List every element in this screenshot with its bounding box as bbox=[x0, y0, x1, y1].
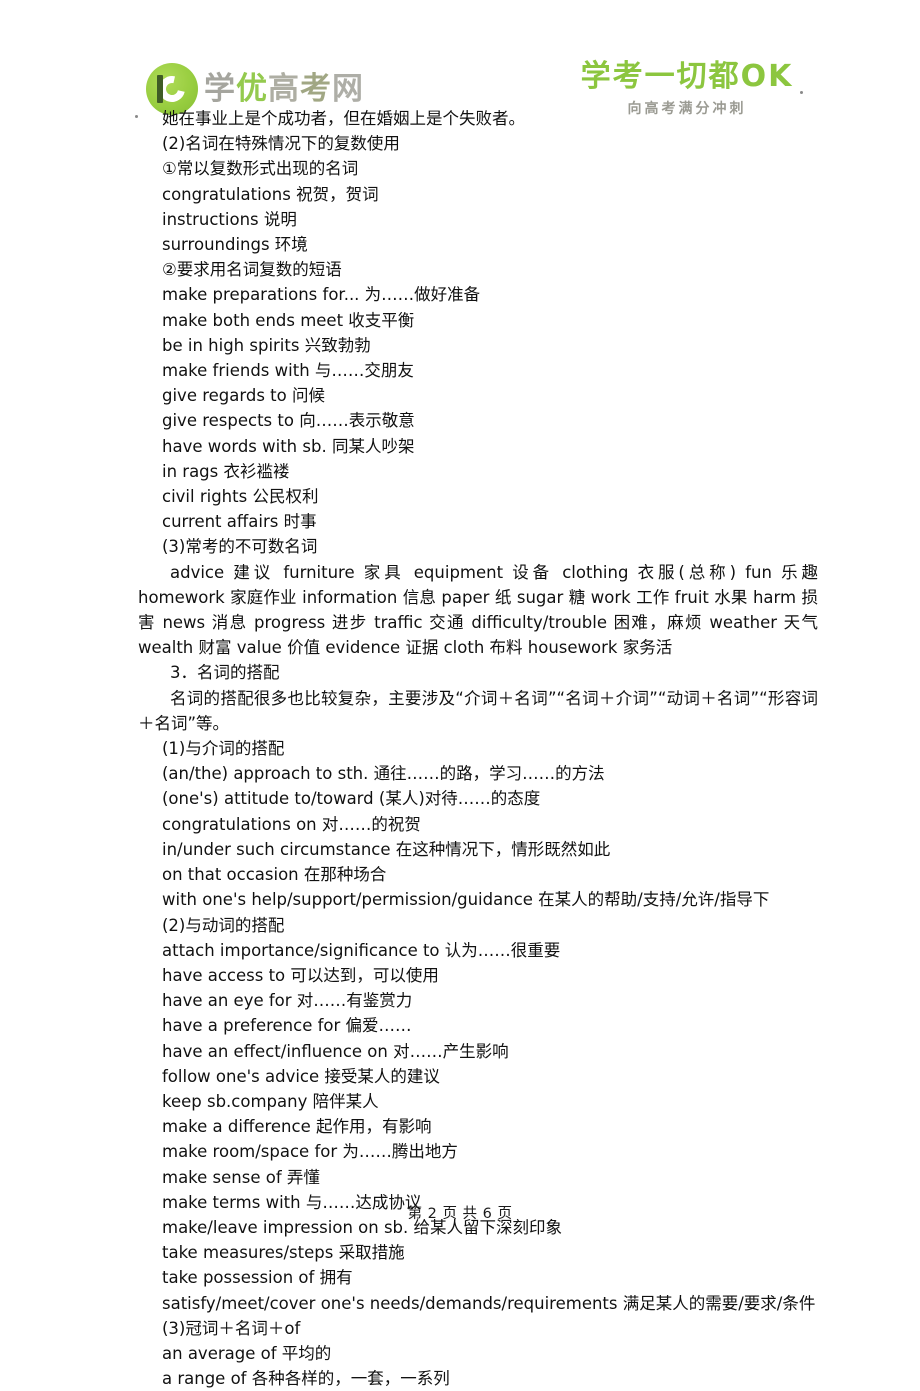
text-line: make friends with 与……交朋友 bbox=[162, 361, 414, 381]
wordmark-char-2: 优 bbox=[236, 70, 268, 107]
text-line: make a difference 起作用，有影响 bbox=[162, 1117, 432, 1137]
text-line: have access to 可以达到，可以使用 bbox=[162, 965, 439, 985]
text-line: give respects to 向……表示敬意 bbox=[162, 411, 415, 431]
text-line: surroundings 环境 bbox=[162, 235, 308, 255]
text-line: have an effect/influence on 对……产生影响 bbox=[162, 1041, 509, 1061]
logo-bar-shape bbox=[157, 75, 163, 103]
text-line: make sense of 弄懂 bbox=[162, 1167, 320, 1187]
text-line: take measures/steps 采取措施 bbox=[162, 1243, 405, 1263]
text-line: satisfy/meet/cover one's needs/demands/r… bbox=[162, 1293, 816, 1313]
slogan-text: 学考一切都OK bbox=[580, 59, 794, 94]
text-line: have words with sb. 同某人吵架 bbox=[162, 436, 415, 456]
text-line: a range of 各种各样的，一套，一系列 bbox=[162, 1369, 450, 1389]
text-line: follow one's advice 接受某人的建议 bbox=[162, 1066, 440, 1086]
text-line: ①常以复数形式出现的名词 bbox=[162, 159, 359, 179]
text-line: take possession of 拥有 bbox=[162, 1268, 353, 1288]
section3-intro-paragraph: 名词的搭配很多也比较复杂，主要涉及“介词＋名词”“名词＋介词”“动词＋名词”“形… bbox=[138, 688, 818, 733]
wordmark-char-4: 考 bbox=[300, 70, 332, 107]
text-line: be in high spirits 兴致勃勃 bbox=[162, 335, 371, 355]
section-heading-3: 3．名词的搭配 bbox=[170, 663, 280, 683]
text-line: keep sb.company 陪伴某人 bbox=[162, 1091, 379, 1111]
text-line: have a preference for 偏爱…… bbox=[162, 1016, 412, 1036]
text-line: (3)常考的不可数名词 bbox=[162, 537, 318, 557]
logo-crescent-shape bbox=[154, 71, 190, 107]
text-line: congratulations on 对……的祝贺 bbox=[162, 814, 421, 834]
text-line: current affairs 时事 bbox=[162, 512, 317, 532]
text-line: (3)冠词＋名词＋of bbox=[162, 1318, 301, 1338]
text-line: instructions 说明 bbox=[162, 209, 297, 229]
text-line: civil rights 公民权利 bbox=[162, 487, 319, 507]
text-line: an average of 平均的 bbox=[162, 1343, 332, 1363]
text-line: congratulations 祝贺，贺词 bbox=[162, 184, 379, 204]
text-line: in rags 衣衫褴褛 bbox=[162, 461, 290, 481]
text-line: give regards to 问候 bbox=[162, 386, 325, 406]
site-wordmark: 学优高考网 bbox=[204, 70, 364, 107]
text-line: have an eye for 对……有鉴赏力 bbox=[162, 991, 413, 1011]
wordmark-char-5: 网 bbox=[332, 70, 364, 107]
uncountable-nouns-paragraph: advice 建议 furniture 家具 equipment 设备 clot… bbox=[138, 562, 818, 658]
collocation-list-block: (1)与介词的搭配 (an/the) approach to sth. 通往……… bbox=[138, 736, 818, 1391]
text-line: (one's) attitude to/toward (某人)对待……的态度 bbox=[162, 789, 541, 809]
document-body: 她在事业上是个成功者，但在婚姻上是个失败者。 (2)名词在特殊情况下的复数使用 … bbox=[138, 106, 818, 1391]
text-line: on that occasion 在那种场合 bbox=[162, 865, 387, 885]
text-line: make room/space for 为……腾出地方 bbox=[162, 1142, 458, 1162]
text-line: make both ends meet 收支平衡 bbox=[162, 310, 415, 330]
wordmark-char-1: 学 bbox=[204, 70, 236, 107]
document-page: 学优高考网 学考一切都OK 向高考满分冲刺 她在事业上是个成功者，但在婚姻上是个… bbox=[0, 0, 920, 1388]
text-line: in/under such circumstance 在这种情况下，情形既然如此 bbox=[162, 839, 611, 859]
text-line: (1)与介词的搭配 bbox=[162, 739, 285, 759]
text-line: attach importance/significance to 认为……很重… bbox=[162, 940, 561, 960]
text-line: (an/the) approach to sth. 通往……的路，学习……的方法 bbox=[162, 764, 605, 784]
text-line: 她在事业上是个成功者，但在婚姻上是个失败者。 bbox=[162, 109, 525, 128]
decorative-dot-right bbox=[800, 91, 803, 94]
wordmark-char-3: 高 bbox=[268, 70, 300, 107]
noun-plural-list-block: 她在事业上是个成功者，但在婚姻上是个失败者。 (2)名词在特殊情况下的复数使用 … bbox=[138, 106, 818, 560]
text-line: (2)名词在特殊情况下的复数使用 bbox=[162, 134, 400, 154]
text-line: (2)与动词的搭配 bbox=[162, 915, 285, 935]
text-line: ②要求用名词复数的短语 bbox=[162, 260, 342, 280]
text-line: make preparations for... 为……做好准备 bbox=[162, 285, 481, 305]
page-footer: 第 2 页 共 6 页 bbox=[407, 1206, 513, 1222]
text-line: with one's help/support/permission/guida… bbox=[162, 890, 770, 910]
